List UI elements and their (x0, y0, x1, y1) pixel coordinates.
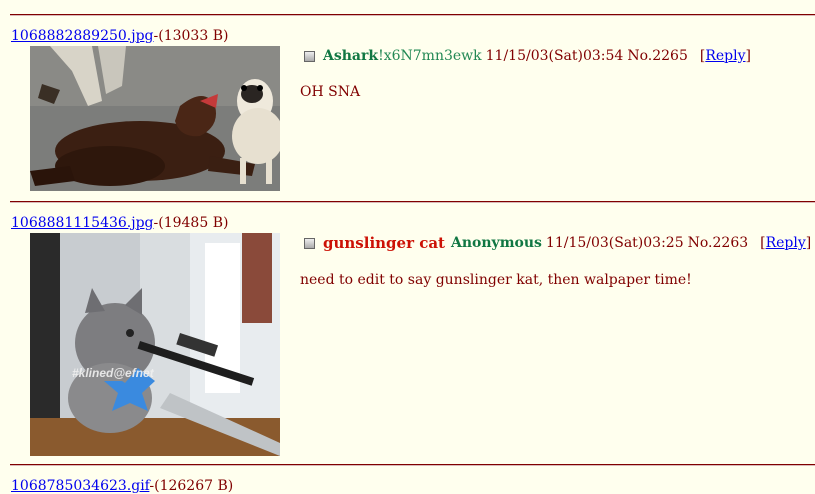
post-header: Ashark !x6N7mn3ewk 11/15/03(Sat)03:54 No.… (304, 47, 751, 65)
post-subject: gunslinger cat (323, 234, 445, 252)
reply-link[interactable]: Reply (705, 48, 745, 64)
post-number[interactable]: No.2265 (627, 47, 688, 65)
post-number[interactable]: No.2263 (688, 234, 749, 252)
post-select-checkbox[interactable] (304, 237, 315, 249)
file-size: -(13033 B) (153, 28, 229, 44)
photo-watermark: #klined@efnet (72, 366, 155, 380)
file-info: 1068882889250.jpg-(13033 B) (11, 28, 228, 44)
tripcode: !x6N7mn3ewk (378, 48, 482, 64)
post-header: gunslinger cat Anonymous 11/15/03(Sat)03… (304, 234, 811, 252)
post-select-checkbox[interactable] (304, 50, 315, 62)
post-datetime: 11/15/03(Sat)03:54 (485, 48, 624, 64)
reply-link[interactable]: Reply (766, 235, 806, 251)
poster-name: Anonymous (451, 235, 542, 251)
reply-link-wrapper: [Reply] (760, 235, 812, 251)
post-separator (10, 464, 815, 466)
cat-photo-image: #klined@efnet (30, 233, 280, 456)
post-thumbnail[interactable]: #klined@efnet (30, 233, 280, 456)
post-separator (10, 201, 815, 203)
post-thumbnail[interactable] (30, 46, 280, 191)
poster-name: Ashark (323, 48, 379, 64)
file-link[interactable]: 1068881115436.jpg (11, 215, 154, 231)
file-size: -(19485 B) (153, 215, 229, 231)
file-info: 1068785034623.gif-(126267 B) (11, 478, 233, 494)
file-link[interactable]: 1068882889250.jpg (11, 28, 154, 44)
post-message: need to edit to say gunslinger kat, then… (300, 272, 692, 288)
dog-photo-image (30, 46, 280, 191)
post-datetime: 11/15/03(Sat)03:25 (545, 235, 684, 251)
file-link[interactable]: 1068785034623.gif (11, 478, 149, 494)
file-size: -(126267 B) (149, 478, 234, 494)
post-message: OH SNA (300, 84, 361, 100)
post-separator (10, 14, 815, 16)
file-info: 1068881115436.jpg-(19485 B) (11, 215, 228, 231)
reply-link-wrapper: [Reply] (699, 48, 751, 64)
